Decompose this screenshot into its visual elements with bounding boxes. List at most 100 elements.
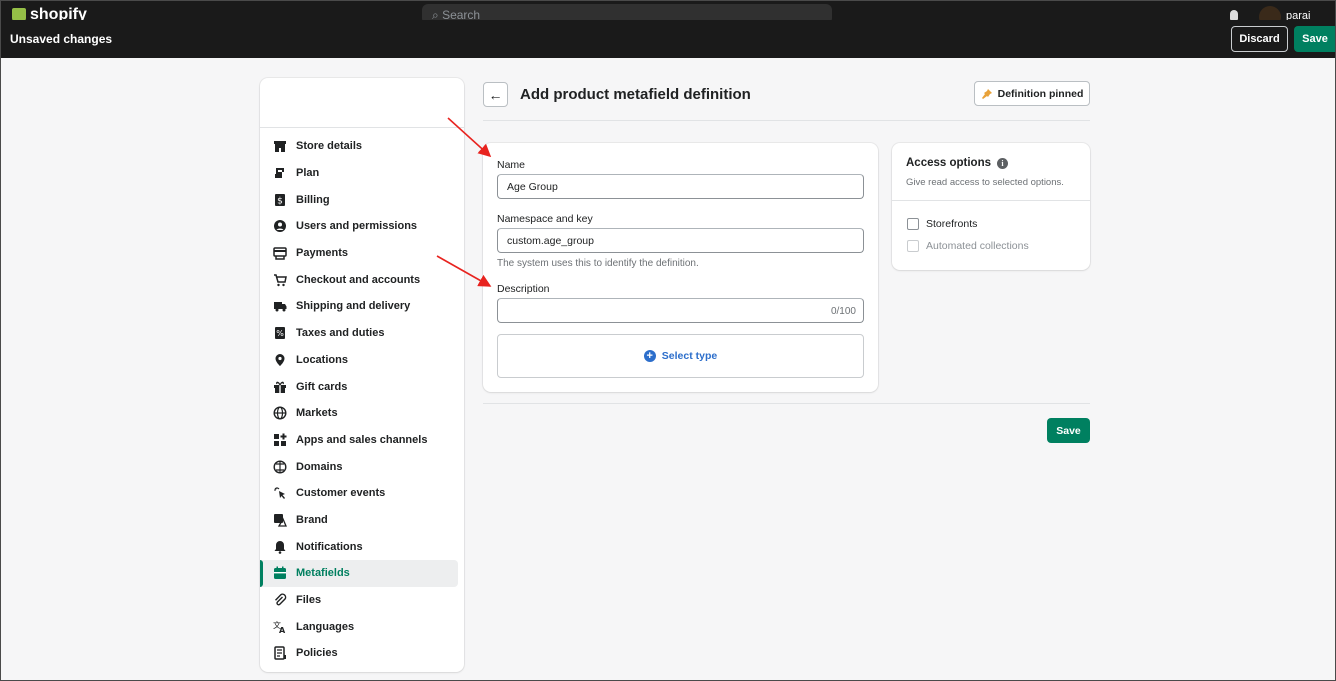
page-title: Add product metafield definition bbox=[520, 86, 751, 103]
sidebar-item-billing[interactable]: $ Billing bbox=[260, 186, 458, 213]
gift-icon bbox=[273, 380, 287, 394]
sidebar-item-shipping-and-delivery[interactable]: Shipping and delivery bbox=[260, 293, 458, 320]
sidebar-item-label: Plan bbox=[296, 167, 320, 180]
access-options-card: Access options i Give read access to sel… bbox=[892, 143, 1090, 270]
sidebar-item-store-details[interactable]: Store details bbox=[260, 133, 458, 160]
sidebar-item-label: Checkout and accounts bbox=[296, 273, 421, 286]
cursor-click-icon bbox=[273, 486, 287, 500]
sidebar-item-label: Shipping and delivery bbox=[296, 300, 411, 313]
user-name[interactable]: parai gurjar bbox=[1286, 10, 1336, 20]
storefronts-checkbox[interactable] bbox=[907, 218, 919, 230]
automated-collections-checkbox-row: Automated collections bbox=[907, 240, 1029, 252]
shopify-logo-text: shopify bbox=[30, 6, 87, 20]
header-divider bbox=[483, 120, 1090, 121]
sidebar-item-languages[interactable]: 文 A Languages bbox=[260, 613, 458, 640]
info-icon[interactable]: i bbox=[997, 157, 1008, 169]
search-input[interactable]: ⌕ Search bbox=[422, 4, 832, 20]
access-divider bbox=[892, 200, 1090, 201]
pin-label: Definition pinned bbox=[997, 87, 1084, 100]
save-button-top[interactable]: Save bbox=[1294, 26, 1336, 52]
description-label: Description bbox=[497, 283, 550, 295]
select-type-button[interactable]: + Select type bbox=[497, 334, 864, 378]
plus-circle-icon: + bbox=[643, 350, 656, 362]
store-icon bbox=[273, 139, 287, 153]
access-options-subtitle: Give read access to selected options. bbox=[906, 177, 1064, 188]
settings-nav: Store details Plan $ Billing Users and permi… bbox=[260, 128, 464, 667]
shopify-logo[interactable]: shopify bbox=[12, 6, 87, 20]
sidebar-item-label: Users and permissions bbox=[296, 220, 418, 233]
sidebar-item-label: Apps and sales channels bbox=[296, 433, 428, 446]
sidebar-item-taxes-and-duties[interactable]: % Taxes and duties bbox=[260, 320, 458, 347]
sidebar-item-files[interactable]: Files bbox=[260, 587, 458, 614]
sidebar-item-customer-events[interactable]: Customer events bbox=[260, 480, 458, 507]
sidebar-item-users-and-permissions[interactable]: Users and permissions bbox=[260, 213, 458, 240]
sidebar-item-policies[interactable]: Policies bbox=[260, 640, 458, 667]
bell-icon bbox=[273, 540, 287, 554]
namespace-label: Namespace and key bbox=[497, 213, 593, 225]
sidebar-item-label: Gift cards bbox=[296, 380, 348, 393]
tax-icon: % bbox=[273, 326, 287, 340]
storefronts-label: Storefronts bbox=[926, 218, 978, 230]
sidebar-item-label: Domains bbox=[296, 460, 343, 473]
cart-icon bbox=[273, 273, 287, 287]
sidebar-item-domains[interactable]: Domains bbox=[260, 453, 458, 480]
sidebar-item-markets[interactable]: Markets bbox=[260, 400, 458, 427]
namespace-help-text: The system uses this to identify the def… bbox=[497, 258, 699, 269]
definition-pinned-button[interactable]: Definition pinned bbox=[974, 81, 1090, 106]
sidebar-item-notifications[interactable]: Notifications bbox=[260, 533, 458, 560]
sidebar-item-label: Notifications bbox=[296, 540, 363, 553]
sidebar-item-apps-and-sales-channels[interactable]: Apps and sales channels bbox=[260, 427, 458, 454]
name-label: Name bbox=[497, 159, 526, 171]
namespace-key-input[interactable] bbox=[497, 228, 864, 253]
unsaved-changes-bar: Unsaved changes Discard Save bbox=[0, 20, 1336, 58]
sidebar-item-payments[interactable]: Payments bbox=[260, 240, 458, 267]
discard-button[interactable]: Discard bbox=[1231, 26, 1288, 52]
automated-collections-checkbox bbox=[907, 240, 919, 252]
select-type-label: Select type bbox=[661, 350, 718, 362]
footer-divider bbox=[483, 403, 1090, 404]
sidebar-item-label: Metafields bbox=[296, 567, 350, 580]
apps-icon bbox=[273, 433, 287, 447]
sidebar-item-plan[interactable]: Plan bbox=[260, 160, 458, 187]
settings-sidebar: Store details Plan $ Billing Users and permi… bbox=[260, 78, 464, 672]
arrow-left-icon: ← bbox=[488, 86, 503, 103]
sidebar-item-label: Payments bbox=[296, 247, 348, 260]
policies-icon bbox=[273, 646, 287, 661]
unsaved-changes-title: Unsaved changes bbox=[10, 32, 113, 46]
save-button[interactable]: Save bbox=[1047, 418, 1090, 443]
sidebar-item-label: Policies bbox=[296, 647, 338, 660]
sidebar-item-label: Languages bbox=[296, 620, 355, 633]
paperclip-icon bbox=[273, 593, 287, 607]
sidebar-item-label: Brand bbox=[296, 513, 328, 526]
avatar[interactable] bbox=[1259, 6, 1281, 20]
sidebar-item-label: Locations bbox=[296, 353, 348, 366]
sidebar-item-gift-cards[interactable]: Gift cards bbox=[260, 373, 458, 400]
sidebar-item-label: Store details bbox=[296, 140, 363, 153]
domains-icon bbox=[273, 460, 287, 474]
svg-text:%: % bbox=[276, 329, 284, 338]
translate-icon: 文A bbox=[273, 620, 287, 634]
bell-icon[interactable] bbox=[1230, 10, 1238, 20]
sidebar-item-label: Taxes and duties bbox=[296, 327, 385, 340]
name-input[interactable] bbox=[497, 174, 864, 199]
sidebar-item-label: Billing bbox=[296, 193, 330, 206]
location-pin-icon bbox=[273, 353, 287, 367]
sidebar-item-checkout-and-accounts[interactable]: Checkout and accounts bbox=[260, 266, 458, 293]
billing-icon: $ bbox=[273, 193, 287, 207]
description-input[interactable] bbox=[497, 298, 864, 323]
back-button[interactable]: ← bbox=[483, 82, 508, 107]
description-char-count: 0/100 bbox=[830, 306, 856, 317]
user-icon bbox=[273, 219, 287, 233]
sidebar-header bbox=[260, 78, 464, 128]
definition-form-card: Name Namespace and key The system uses t… bbox=[483, 143, 878, 392]
storefronts-checkbox-row[interactable]: Storefronts bbox=[907, 218, 977, 230]
metafields-icon bbox=[273, 566, 287, 580]
sidebar-item-metafields[interactable]: Metafields bbox=[260, 560, 458, 587]
sidebar-item-locations[interactable]: Locations bbox=[260, 347, 458, 374]
svg-text:A: A bbox=[279, 626, 286, 634]
payments-icon bbox=[273, 246, 287, 260]
sidebar-item-brand[interactable]: Brand bbox=[260, 507, 458, 534]
brand-icon bbox=[273, 513, 287, 527]
sidebar-item-label: Files bbox=[296, 594, 322, 607]
shopify-bag-icon bbox=[12, 8, 26, 20]
